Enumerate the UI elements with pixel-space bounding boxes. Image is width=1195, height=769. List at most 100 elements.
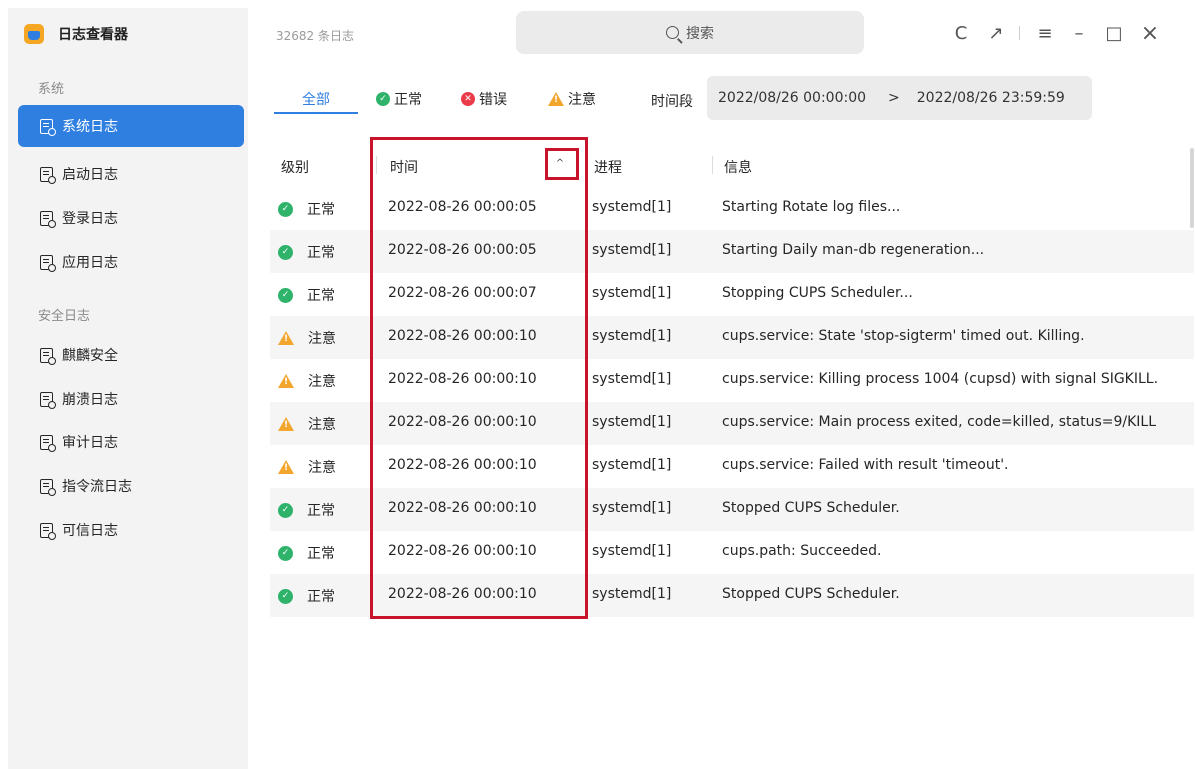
- process-cell: systemd[1]: [592, 414, 672, 430]
- minimize-button[interactable]: –: [1067, 20, 1091, 46]
- log-viewer-window: 日志查看器 系统 系统日志 启动日志 登录日志 应用日志 安全日志 麒麟安全 崩…: [0, 0, 1195, 769]
- level-text: 注意: [308, 417, 336, 433]
- header-process[interactable]: 进程: [594, 157, 622, 177]
- export-button[interactable]: ↗: [984, 20, 1008, 46]
- period-end[interactable]: 2022/08/26 23:59:59: [917, 90, 1065, 106]
- tab-all[interactable]: 全部: [302, 84, 330, 114]
- sidebar-item-system-log[interactable]: 系统日志: [18, 105, 244, 147]
- tab-label: 正常: [394, 92, 422, 108]
- sidebar-item-trusted-log[interactable]: 可信日志: [18, 510, 244, 550]
- column-divider: [712, 156, 713, 174]
- warning-icon: [278, 331, 294, 345]
- log-file-icon: [40, 347, 56, 365]
- search-icon: [666, 26, 679, 39]
- sidebar-item-kylin-security[interactable]: 麒麟安全: [18, 335, 244, 375]
- message-cell: Stopped CUPS Scheduler.: [722, 500, 900, 516]
- level-cell: ✓ 正常: [278, 199, 335, 219]
- sidebar-item-login-log[interactable]: 登录日志: [18, 198, 244, 238]
- level-cell: 注意: [278, 414, 336, 434]
- warning-icon: [278, 417, 294, 431]
- app-title: 日志查看器: [58, 27, 128, 43]
- message-cell: cups.service: Killing process 1004 (cups…: [722, 371, 1159, 387]
- sidebar-item-label: 可信日志: [62, 523, 118, 539]
- warning-icon: [278, 460, 294, 474]
- level-text: 注意: [308, 374, 336, 390]
- search-input[interactable]: 搜索: [516, 11, 864, 54]
- sidebar-item-label: 审计日志: [62, 435, 118, 451]
- sidebar-item-crash-log[interactable]: 崩溃日志: [18, 379, 244, 419]
- check-icon: ✓: [278, 244, 293, 260]
- tab-error[interactable]: ✕ 错误: [461, 84, 507, 114]
- log-file-icon: [40, 166, 56, 184]
- message-cell: Starting Rotate log files...: [722, 199, 901, 215]
- level-text: 注意: [308, 460, 336, 476]
- tab-warning[interactable]: 注意: [548, 84, 596, 114]
- warning-icon: [548, 92, 564, 106]
- menu-button[interactable]: ≡: [1033, 20, 1057, 46]
- message-cell: cups.service: State 'stop-sigterm' timed…: [722, 328, 1085, 344]
- check-icon: ✓: [278, 287, 293, 303]
- refresh-button[interactable]: C: [949, 20, 973, 46]
- log-file-icon: [40, 391, 56, 409]
- header-level[interactable]: 级别: [281, 157, 309, 177]
- level-text: 正常: [307, 288, 335, 304]
- warning-icon: [278, 374, 294, 388]
- tab-normal[interactable]: ✓ 正常: [376, 84, 422, 114]
- period-start[interactable]: 2022/08/26 00:00:00: [718, 90, 866, 106]
- period-selector[interactable]: 2022/08/26 00:00:00 > 2022/08/26 23:59:5…: [707, 76, 1092, 120]
- level-cell: ✓ 正常: [278, 543, 335, 563]
- level-text: 正常: [307, 503, 335, 519]
- message-cell: cups.path: Succeeded.: [722, 543, 882, 559]
- process-cell: systemd[1]: [592, 242, 672, 258]
- check-icon: ✓: [376, 92, 390, 106]
- log-file-icon: [40, 254, 56, 272]
- sidebar-item-audit-log[interactable]: 审计日志: [18, 422, 244, 462]
- sidebar-item-boot-log[interactable]: 启动日志: [18, 154, 244, 194]
- level-cell: ✓ 正常: [278, 586, 335, 606]
- message-cell: cups.service: Failed with result 'timeou…: [722, 457, 1009, 473]
- process-cell: systemd[1]: [592, 285, 672, 301]
- level-cell: ✓ 正常: [278, 242, 335, 262]
- log-file-icon: [40, 118, 56, 136]
- level-text: 注意: [308, 331, 336, 347]
- active-tab-indicator: [274, 112, 358, 114]
- app-logo-icon: [24, 24, 44, 44]
- sidebar-item-label: 应用日志: [62, 255, 118, 271]
- sidebar-item-label: 崩溃日志: [62, 392, 118, 408]
- check-icon: ✓: [278, 545, 293, 561]
- check-icon: ✓: [278, 502, 293, 518]
- level-text: 正常: [307, 589, 335, 605]
- app-brand: 日志查看器: [24, 22, 128, 46]
- time-column-highlight: [370, 137, 588, 619]
- log-file-icon: [40, 210, 56, 228]
- header-message[interactable]: 信息: [724, 157, 752, 177]
- maximize-button[interactable]: □: [1102, 20, 1126, 46]
- sidebar-group-system: 系统: [38, 82, 65, 97]
- level-cell: ✓ 正常: [278, 500, 335, 520]
- process-cell: systemd[1]: [592, 543, 672, 559]
- log-file-icon: [40, 522, 56, 540]
- close-button[interactable]: ×: [1138, 20, 1162, 46]
- message-cell: cups.service: Main process exited, code=…: [722, 414, 1157, 430]
- message-cell: Stopping CUPS Scheduler...: [722, 285, 913, 301]
- message-cell: Starting Daily man-db regeneration...: [722, 242, 985, 258]
- process-cell: systemd[1]: [592, 457, 672, 473]
- sort-button-highlight: [545, 148, 579, 180]
- sidebar-item-app-log[interactable]: 应用日志: [18, 242, 244, 282]
- search-placeholder: 搜索: [686, 25, 714, 42]
- table-scrollbar[interactable]: [1190, 148, 1194, 228]
- sidebar-item-label: 系统日志: [62, 119, 118, 135]
- level-text: 正常: [307, 202, 335, 218]
- message-cell: Stopped CUPS Scheduler.: [722, 586, 900, 602]
- level-cell: 注意: [278, 371, 336, 391]
- sidebar-item-command-log[interactable]: 指令流日志: [18, 466, 244, 506]
- tab-label: 注意: [568, 92, 596, 108]
- sidebar-item-label: 登录日志: [62, 211, 118, 227]
- sidebar-item-label: 麒麟安全: [62, 348, 118, 364]
- process-cell: systemd[1]: [592, 371, 672, 387]
- error-icon: ✕: [461, 92, 475, 106]
- level-cell: 注意: [278, 457, 336, 477]
- log-count: 32682 条日志: [276, 29, 354, 43]
- check-icon: ✓: [278, 201, 293, 217]
- sidebar-group-security: 安全日志: [38, 309, 91, 324]
